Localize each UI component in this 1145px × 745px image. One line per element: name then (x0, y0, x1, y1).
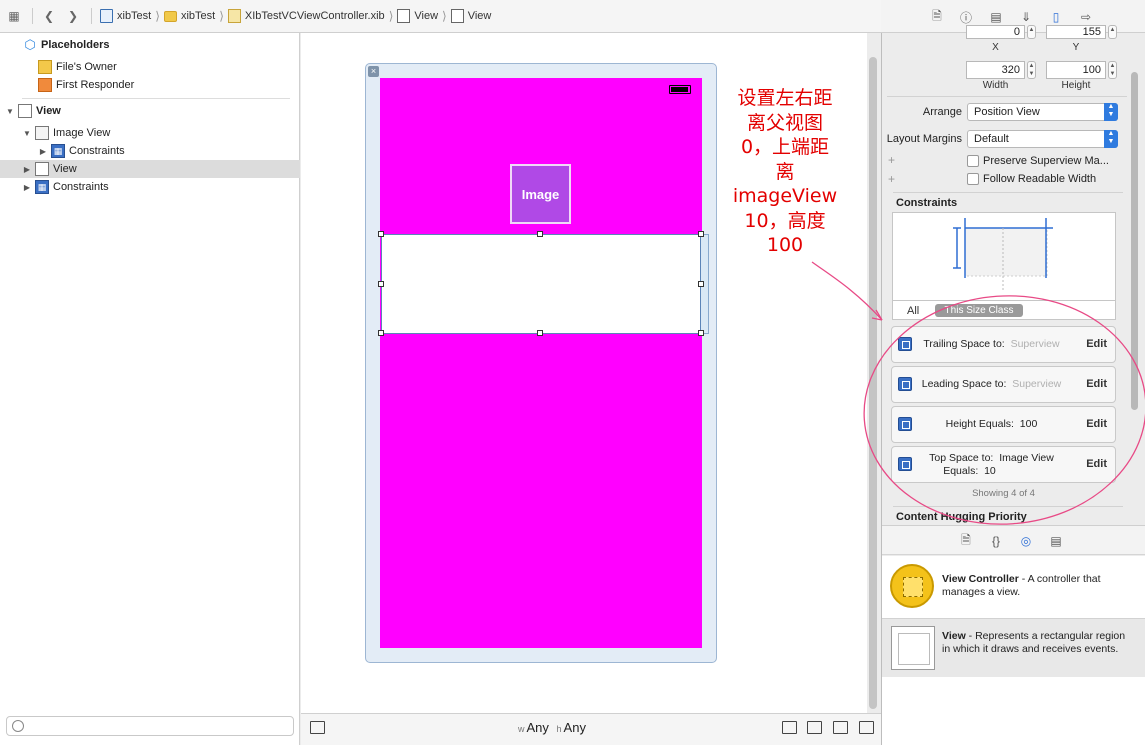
annotation-arrow (811, 261, 883, 321)
annotation-circle (863, 295, 1145, 525)
annotation-overlay (811, 261, 1145, 525)
